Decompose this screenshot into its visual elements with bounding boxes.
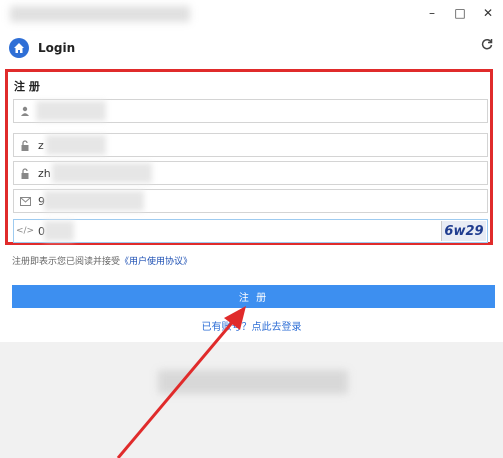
annotation-arrow	[116, 306, 246, 458]
